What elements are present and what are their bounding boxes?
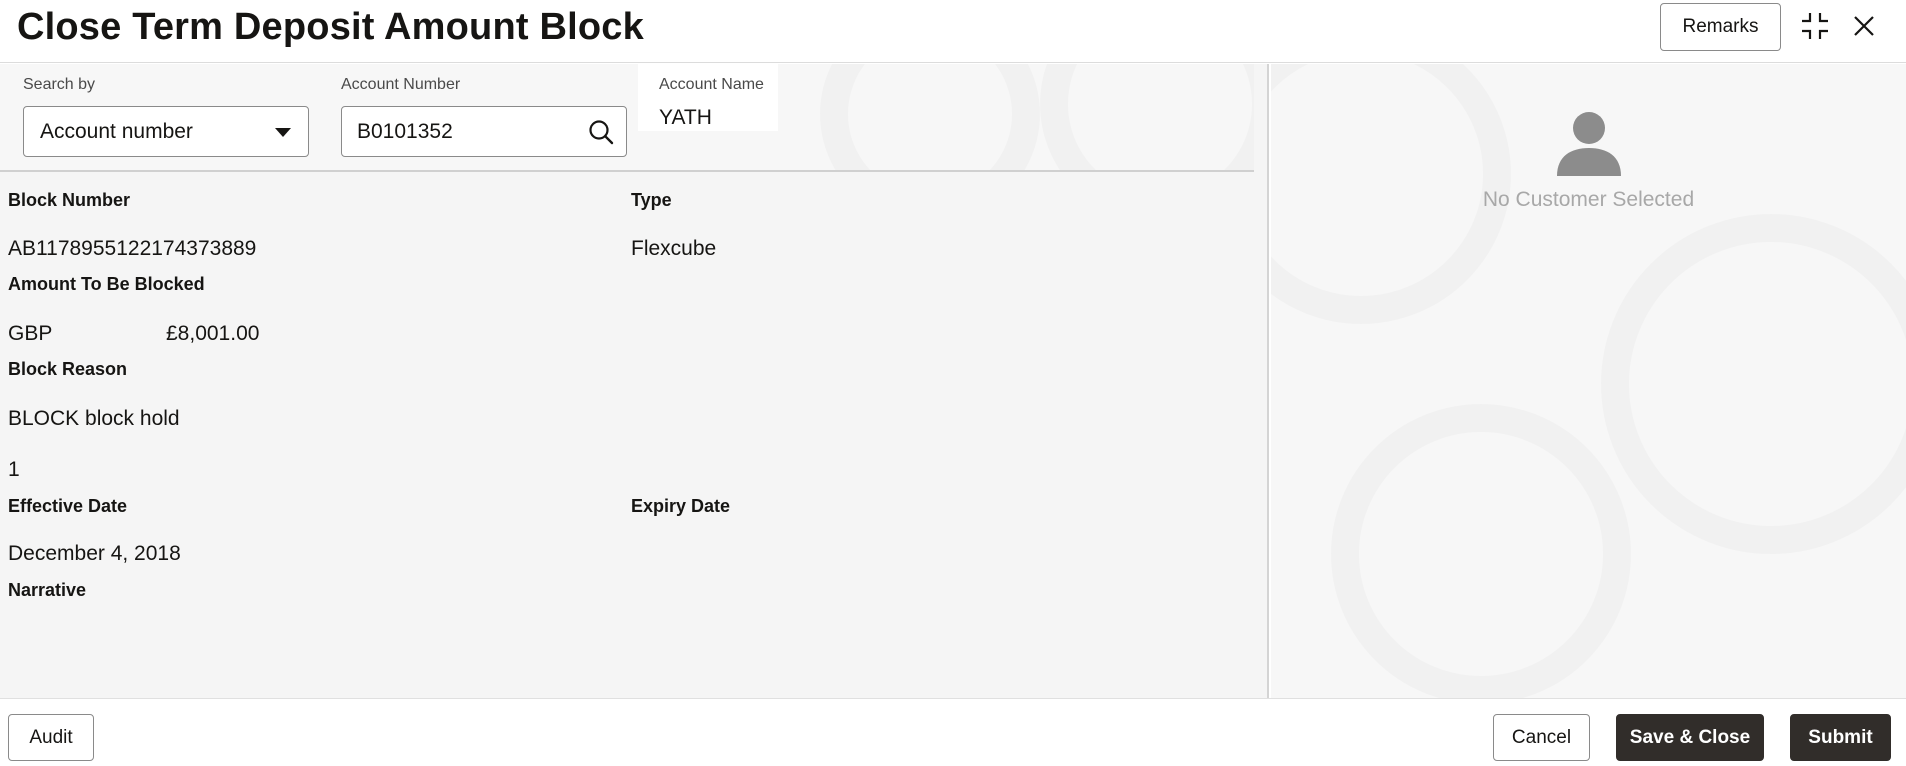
save-close-button[interactable]: Save & Close <box>1616 714 1764 761</box>
effective-date-label: Effective Date <box>8 496 128 516</box>
audit-button[interactable]: Audit <box>8 714 94 761</box>
chevron-down-icon <box>275 128 291 137</box>
search-by-label: Search by <box>23 76 96 93</box>
block-reason-value: BLOCK block hold <box>8 407 180 430</box>
background-pattern <box>1331 404 1631 698</box>
minimize-icon[interactable] <box>1795 6 1835 46</box>
expiry-date-label: Expiry Date <box>631 496 731 516</box>
no-customer-text: No Customer Selected <box>1482 188 1695 211</box>
cancel-button[interactable]: Cancel <box>1493 714 1590 761</box>
amount-label: Amount To Be Blocked <box>8 274 205 294</box>
account-name-value: YATH <box>659 106 712 129</box>
block-reason-label: Block Reason <box>8 359 128 379</box>
avatar-icon <box>1557 112 1621 176</box>
remarks-button[interactable]: Remarks <box>1660 3 1781 51</box>
account-number-input[interactable] <box>342 107 582 156</box>
block-reason-extra: 1 <box>8 458 20 481</box>
account-search-bar: Search by Account number Account Number … <box>0 64 1254 172</box>
page-header: Close Term Deposit Amount Block Remarks <box>0 0 1906 63</box>
narrative-label: Narrative <box>8 580 87 600</box>
background-pattern <box>1601 214 1906 554</box>
close-icon[interactable] <box>1844 6 1884 46</box>
action-footer: Audit Cancel Save & Close Submit <box>0 698 1906 766</box>
account-number-field <box>341 106 627 157</box>
search-by-value: Account number <box>40 120 193 143</box>
customer-panel: No Customer Selected <box>1271 64 1906 698</box>
type-value: Flexcube <box>631 237 717 260</box>
background-pattern <box>1040 64 1254 170</box>
block-details-panel: Search by Account number Account Number … <box>0 64 1269 698</box>
effective-date-value: December 4, 2018 <box>8 542 181 565</box>
block-number-label: Block Number <box>8 190 131 210</box>
type-label: Type <box>631 190 672 210</box>
account-number-label: Account Number <box>341 76 461 93</box>
amount-value: £8,001.00 <box>166 322 260 345</box>
amount-currency: GBP <box>8 322 53 345</box>
background-pattern <box>820 64 1040 170</box>
search-icon[interactable] <box>588 119 614 145</box>
account-name-label: Account Name <box>659 76 764 93</box>
search-by-select[interactable]: Account number <box>23 106 309 157</box>
block-number-value: AB1178955122174373889 <box>8 237 257 260</box>
page-title: Close Term Deposit Amount Block <box>17 6 644 48</box>
submit-button[interactable]: Submit <box>1790 714 1891 761</box>
